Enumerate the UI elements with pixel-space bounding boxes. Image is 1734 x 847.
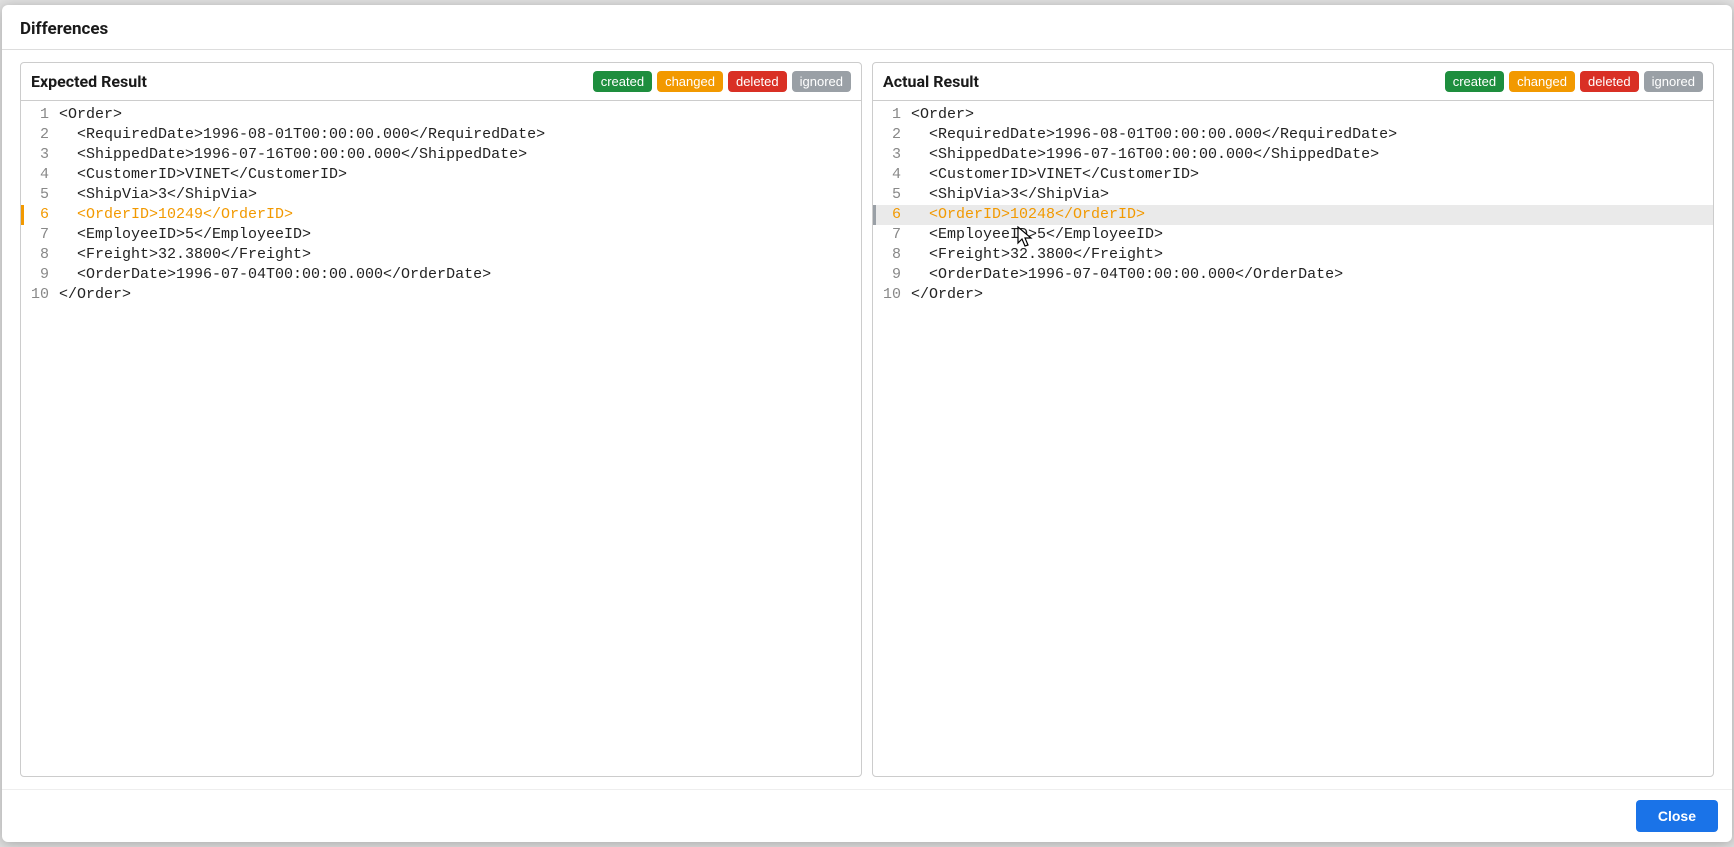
code-line[interactable]: 8 <Freight>32.3800</Freight> bbox=[873, 245, 1713, 265]
line-number: 6 bbox=[873, 205, 911, 225]
actual-panel: Actual Result created changed deleted ig… bbox=[872, 62, 1714, 777]
code-line[interactable]: 7 <EmployeeID>5</EmployeeID> bbox=[21, 225, 861, 245]
close-button[interactable]: Close bbox=[1636, 800, 1718, 832]
code-line[interactable]: 10</Order> bbox=[873, 285, 1713, 305]
actual-code[interactable]: 1<Order>2 <RequiredDate>1996-08-01T00:00… bbox=[873, 101, 1713, 776]
line-number: 6 bbox=[21, 205, 59, 225]
code-line[interactable]: 9 <OrderDate>1996-07-04T00:00:00.000</Or… bbox=[873, 265, 1713, 285]
code-line[interactable]: 1<Order> bbox=[21, 105, 861, 125]
line-number: 4 bbox=[873, 165, 911, 185]
badge-deleted[interactable]: deleted bbox=[1580, 71, 1639, 92]
code-line[interactable]: 5 <ShipVia>3</ShipVia> bbox=[21, 185, 861, 205]
dialog-body: Expected Result created changed deleted … bbox=[2, 50, 1732, 789]
dialog-title: Differences bbox=[20, 19, 1714, 39]
line-number: 10 bbox=[873, 285, 911, 305]
code-line[interactable]: 2 <RequiredDate>1996-08-01T00:00:00.000<… bbox=[21, 125, 861, 145]
line-number: 3 bbox=[873, 145, 911, 165]
badge-changed[interactable]: changed bbox=[657, 71, 723, 92]
line-number: 3 bbox=[21, 145, 59, 165]
line-text: <ShipVia>3</ShipVia> bbox=[59, 185, 861, 205]
line-number: 7 bbox=[873, 225, 911, 245]
code-line[interactable]: 10</Order> bbox=[21, 285, 861, 305]
badge-deleted[interactable]: deleted bbox=[728, 71, 787, 92]
line-number: 9 bbox=[21, 265, 59, 285]
line-number: 2 bbox=[873, 125, 911, 145]
line-text: <OrderDate>1996-07-04T00:00:00.000</Orde… bbox=[911, 265, 1713, 285]
line-number: 10 bbox=[21, 285, 59, 305]
code-line[interactable]: 4 <CustomerID>VINET</CustomerID> bbox=[21, 165, 861, 185]
line-text: <Freight>32.3800</Freight> bbox=[59, 245, 861, 265]
line-text: <ShippedDate>1996-07-16T00:00:00.000</Sh… bbox=[911, 145, 1713, 165]
dialog-header: Differences bbox=[2, 5, 1732, 50]
code-line[interactable]: 9 <OrderDate>1996-07-04T00:00:00.000</Or… bbox=[21, 265, 861, 285]
expected-panel-title: Expected Result bbox=[31, 72, 147, 91]
line-text: <RequiredDate>1996-08-01T00:00:00.000</R… bbox=[911, 125, 1713, 145]
line-text: <CustomerID>VINET</CustomerID> bbox=[911, 165, 1713, 185]
code-line[interactable]: 7 <EmployeeID>5</EmployeeID> bbox=[873, 225, 1713, 245]
code-line[interactable]: 2 <RequiredDate>1996-08-01T00:00:00.000<… bbox=[873, 125, 1713, 145]
actual-badges: created changed deleted ignored bbox=[1445, 71, 1703, 92]
expected-panel: Expected Result created changed deleted … bbox=[20, 62, 862, 777]
dialog-footer: Close bbox=[2, 789, 1732, 842]
code-line[interactable]: 1<Order> bbox=[873, 105, 1713, 125]
actual-panel-head: Actual Result created changed deleted ig… bbox=[873, 63, 1713, 101]
line-number: 8 bbox=[21, 245, 59, 265]
line-text: </Order> bbox=[911, 285, 1713, 305]
code-line[interactable]: 8 <Freight>32.3800</Freight> bbox=[21, 245, 861, 265]
line-text: </Order> bbox=[59, 285, 861, 305]
line-text: <Freight>32.3800</Freight> bbox=[911, 245, 1713, 265]
line-text: <ShipVia>3</ShipVia> bbox=[911, 185, 1713, 205]
expected-panel-head: Expected Result created changed deleted … bbox=[21, 63, 861, 101]
code-line[interactable]: 6 <OrderID>10248</OrderID> bbox=[873, 205, 1713, 225]
line-number: 5 bbox=[21, 185, 59, 205]
expected-code[interactable]: 1<Order>2 <RequiredDate>1996-08-01T00:00… bbox=[21, 101, 861, 776]
actual-panel-title: Actual Result bbox=[883, 72, 979, 91]
line-text: <EmployeeID>5</EmployeeID> bbox=[911, 225, 1713, 245]
badge-changed[interactable]: changed bbox=[1509, 71, 1575, 92]
code-line[interactable]: 4 <CustomerID>VINET</CustomerID> bbox=[873, 165, 1713, 185]
line-text: <RequiredDate>1996-08-01T00:00:00.000</R… bbox=[59, 125, 861, 145]
badge-created[interactable]: created bbox=[593, 71, 652, 92]
expected-badges: created changed deleted ignored bbox=[593, 71, 851, 92]
code-line[interactable]: 5 <ShipVia>3</ShipVia> bbox=[873, 185, 1713, 205]
line-text: <OrderID>10249</OrderID> bbox=[59, 205, 861, 225]
line-text: <ShippedDate>1996-07-16T00:00:00.000</Sh… bbox=[59, 145, 861, 165]
code-line[interactable]: 3 <ShippedDate>1996-07-16T00:00:00.000</… bbox=[21, 145, 861, 165]
line-text: <Order> bbox=[59, 105, 861, 125]
line-text: <EmployeeID>5</EmployeeID> bbox=[59, 225, 861, 245]
line-number: 1 bbox=[21, 105, 59, 125]
differences-dialog: Differences Expected Result created chan… bbox=[2, 5, 1732, 842]
badge-ignored[interactable]: ignored bbox=[1644, 71, 1703, 92]
line-number: 8 bbox=[873, 245, 911, 265]
badge-created[interactable]: created bbox=[1445, 71, 1504, 92]
line-number: 4 bbox=[21, 165, 59, 185]
line-text: <OrderID>10248</OrderID> bbox=[911, 205, 1713, 225]
line-number: 7 bbox=[21, 225, 59, 245]
line-text: <CustomerID>VINET</CustomerID> bbox=[59, 165, 861, 185]
badge-ignored[interactable]: ignored bbox=[792, 71, 851, 92]
code-line[interactable]: 3 <ShippedDate>1996-07-16T00:00:00.000</… bbox=[873, 145, 1713, 165]
code-line[interactable]: 6 <OrderID>10249</OrderID> bbox=[21, 205, 861, 225]
line-number: 5 bbox=[873, 185, 911, 205]
line-number: 1 bbox=[873, 105, 911, 125]
line-text: <OrderDate>1996-07-04T00:00:00.000</Orde… bbox=[59, 265, 861, 285]
line-number: 2 bbox=[21, 125, 59, 145]
line-text: <Order> bbox=[911, 105, 1713, 125]
line-number: 9 bbox=[873, 265, 911, 285]
